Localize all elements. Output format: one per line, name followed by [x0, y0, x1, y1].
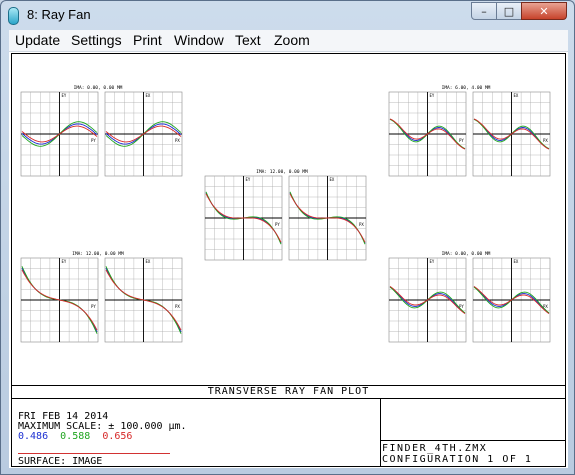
plot-heading: TRANSVERSE RAY FAN PLOT	[12, 386, 565, 399]
menu-window[interactable]: Window	[174, 32, 224, 48]
plot-frame: TRANSVERSE RAY FAN PLOT FRI FEB 14 2014 …	[11, 53, 566, 467]
configuration: CONFIGURATION 1 OF 1	[382, 454, 533, 465]
minimize-button[interactable]: –	[471, 2, 497, 20]
menu-update[interactable]: Update	[15, 32, 60, 48]
plot-footer: TRANSVERSE RAY FAN PLOT FRI FEB 14 2014 …	[12, 385, 565, 467]
window-title: 8: Ray Fan	[27, 7, 91, 22]
wavelength-legend: 0.486 0.588 0.656	[18, 432, 187, 442]
app-icon	[8, 7, 19, 25]
close-button[interactable]: ✕	[521, 2, 567, 20]
menu-bar: Update Settings Print Window Text Zoom	[9, 30, 568, 52]
surface-rule	[18, 466, 170, 467]
menu-settings[interactable]: Settings	[71, 32, 122, 48]
wavelength-red: 0.656	[102, 431, 133, 442]
menu-print[interactable]: Print	[133, 32, 162, 48]
plot-info: FRI FEB 14 2014 MAXIMUM SCALE: ± 100.000…	[18, 412, 187, 442]
wavelength-blue: 0.486	[18, 431, 49, 442]
maximize-button[interactable]: □	[496, 2, 522, 20]
ray-fan-window: 8: Ray Fan – □ ✕ Update Settings Print W…	[0, 0, 575, 475]
wavelength-green: 0.588	[60, 431, 91, 442]
menu-text[interactable]: Text	[235, 32, 261, 48]
menu-zoom[interactable]: Zoom	[274, 32, 310, 48]
footer-divider	[380, 399, 381, 467]
file-rule	[381, 440, 565, 441]
legend-underline	[18, 453, 170, 454]
lens-info: FINDER_4TH.ZMX CONFIGURATION 1 OF 1	[382, 443, 565, 465]
plot-area: IMA: 0.00, 0.00 MM EY PY EX PX IMA: 6.00, 4.0…	[9, 52, 568, 468]
title-bar[interactable]: 8: Ray Fan – □ ✕	[1, 1, 574, 29]
lens-file: FINDER_4TH.ZMX	[382, 443, 488, 454]
